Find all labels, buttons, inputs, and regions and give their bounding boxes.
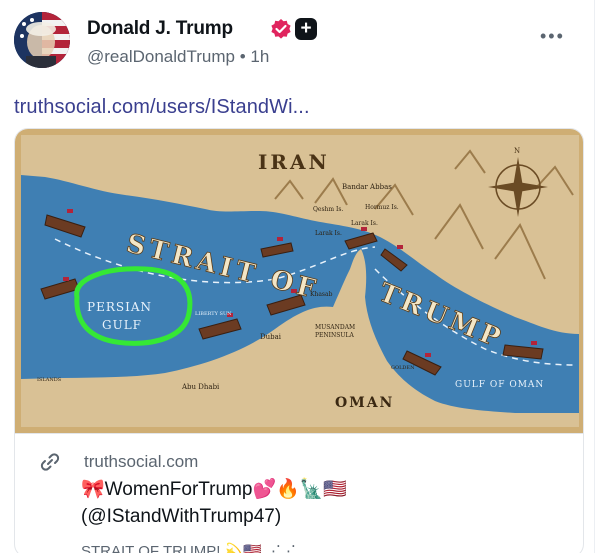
truth-post: Donald J. Trump + @realDonaldTrump • 1h … [0,0,609,553]
compass-north-label: N [514,147,520,155]
card-divider [15,433,583,434]
author-name[interactable]: Donald J. Trump [87,18,233,40]
plus-badge-icon: + [295,18,317,40]
avatar[interactable] [14,12,70,68]
map-label-dubai: Dubai [260,333,282,341]
link-preview-card[interactable]: N IRAN Bandar Abbas Qeshm Is. Hormuz Is.… [14,128,584,553]
map-label-khasab: Khasab [310,291,333,298]
map-label-musandam: MUSANDAM [315,324,355,331]
map-label-islands: ISLANDS [37,377,62,383]
card-title-line-1: 🎀WomenForTrump💕🔥🗽🇺🇸 [81,479,348,500]
card-title-line-2: (@IStandWithTrump47) [81,506,282,527]
map-label-larak: Larak Is. [351,220,378,227]
handle-line: @realDonaldTrump • 1h [87,47,269,67]
verified-badge-icon [271,19,291,39]
post-time[interactable]: 1h [250,47,269,66]
separator-dot: • [239,47,246,66]
map-label-qeshm: Qeshm Is. [313,206,343,213]
more-options-button[interactable]: ••• [540,26,565,47]
map-label-oman: OMAN [335,395,394,411]
map-label-bandar-abbas: Bandar Abbas [342,183,392,191]
map-label-peninsula: PENINSULA [315,332,354,339]
map-label-abu-dhabi: Abu Dhabi [181,383,220,391]
feed-border [594,0,595,553]
map-label-iran: IRAN [258,150,330,174]
map-label-persian: PERSIAN [87,300,152,314]
card-domain: truthsocial.com [84,452,199,471]
post-link[interactable]: truthsocial.com/users/IStandWi... [14,96,310,119]
map-label-gulf-of-oman: GULF OF OMAN [455,380,544,390]
map-label-gulf: GULF [102,318,142,332]
author-handle[interactable]: @realDonaldTrump [87,47,235,66]
avatar-image [14,12,70,68]
map-label-liberty: LIBERTY SUN [195,311,232,317]
map-label-larak-is: Larak Is. [315,230,342,237]
strait-map-image: N IRAN Bandar Abbas Qeshm Is. Hormuz Is.… [15,129,583,433]
link-chain-icon [40,453,60,471]
map-label-hormuz: Hormuz Is. [365,204,399,211]
card-description: STRAIT OF TRUMP! 💫🇺🇸 ⋰⋰ [81,543,297,553]
map-label-golden: GOLDEN [391,365,415,371]
